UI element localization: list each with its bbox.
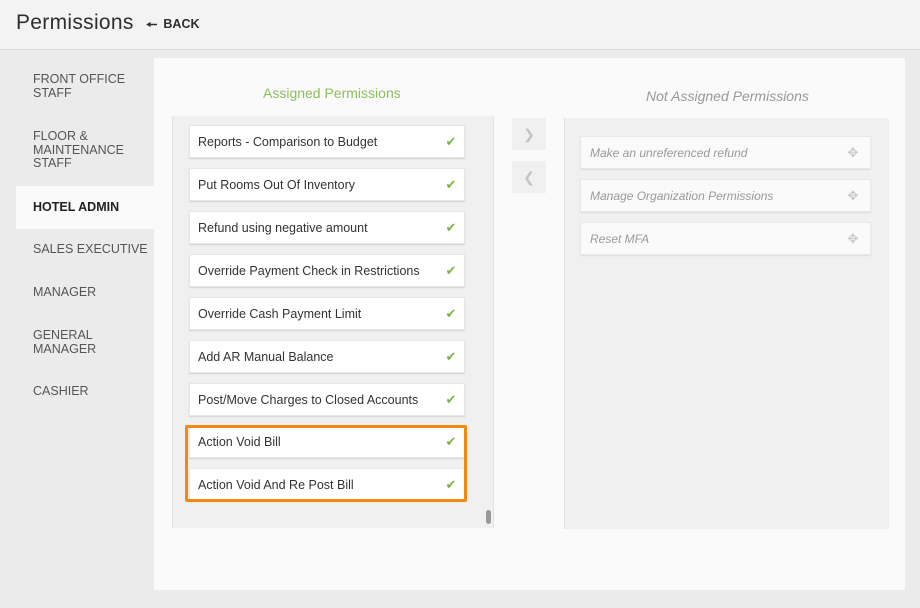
move-right-button[interactable]: ❯ [512, 118, 546, 150]
sidebar-item-label: MANAGER [33, 285, 97, 299]
sidebar-item-sales-executive[interactable]: SALES EXECUTIVE [16, 242, 154, 257]
permission-label: Action Void And Re Post Bill [198, 477, 354, 492]
drag-handle-icon[interactable]: ✥ [836, 231, 870, 247]
permission-label: Manage Organization Permissions [590, 188, 774, 203]
assigned-scrollbar[interactable] [486, 510, 491, 524]
chevron-right-icon: ❯ [523, 125, 535, 142]
sidebar-item-front-office-staff[interactable]: FRONT OFFICE STAFF [16, 72, 154, 100]
check-icon: ✔ [445, 391, 457, 407]
permission-label: Post/Move Charges to Closed Accounts [198, 392, 419, 407]
sidebar-item-general-manager[interactable]: GENERAL MANAGER [16, 328, 116, 356]
back-button[interactable]: 🠔 BACK [146, 17, 200, 31]
assigned-permission-item[interactable]: Refund using negative amount ✔ [189, 211, 465, 244]
drag-handle-icon[interactable]: ✥ [836, 188, 870, 204]
sidebar-item-label: FLOOR & MAINTENANCE STAFF [33, 129, 124, 170]
permission-label: Reset MFA [590, 231, 650, 246]
sidebar-item-floor-maintenance-staff[interactable]: FLOOR & MAINTENANCE STAFF [16, 129, 136, 171]
sidebar-item-label: GENERAL MANAGER [33, 328, 97, 356]
move-left-button[interactable]: ❮ [512, 161, 546, 193]
assigned-permission-item[interactable]: Override Cash Payment Limit ✔ [189, 297, 465, 330]
not-assigned-permission-item[interactable]: Make an unreferenced refund ✥ [580, 136, 871, 169]
permission-label: Put Rooms Out Of Inventory [198, 177, 356, 192]
check-icon: ✔ [445, 348, 457, 364]
sidebar-item-label: HOTEL ADMIN [33, 199, 120, 214]
assigned-permissions-title: Assigned Permissions [263, 85, 401, 101]
sidebar-item-hotel-admin[interactable]: HOTEL ADMIN [16, 186, 154, 229]
sidebar-item-cashier[interactable]: CASHIER [16, 384, 154, 399]
not-assigned-permission-item[interactable]: Manage Organization Permissions ✥ [580, 179, 871, 212]
page-header: Permissions 🠔 BACK [0, 0, 920, 50]
page-title: Permissions [16, 11, 134, 34]
sidebar-item-label: SALES EXECUTIVE [33, 242, 148, 256]
check-icon: ✔ [445, 433, 457, 449]
sidebar-item-manager[interactable]: MANAGER [16, 285, 154, 300]
check-icon: ✔ [445, 176, 457, 192]
permission-label: Reports - Comparison to Budget [198, 134, 378, 149]
permission-label: Add AR Manual Balance [198, 349, 334, 364]
permission-label: Override Cash Payment Limit [198, 306, 362, 321]
check-icon: ✔ [445, 476, 457, 492]
sidebar-item-label: CASHIER [33, 384, 89, 398]
not-assigned-permission-item[interactable]: Reset MFA ✥ [580, 222, 871, 255]
permission-label: Refund using negative amount [198, 220, 368, 235]
assigned-permission-item[interactable]: Override Payment Check in Restrictions ✔ [189, 254, 465, 287]
back-label: BACK [163, 17, 200, 31]
sidebar-item-label: FRONT OFFICE STAFF [33, 72, 126, 100]
assigned-permission-item[interactable]: Action Void And Re Post Bill ✔ [189, 468, 465, 501]
assigned-permission-item[interactable]: Put Rooms Out Of Inventory ✔ [189, 168, 465, 201]
assigned-permission-item[interactable]: Action Void Bill ✔ [189, 425, 465, 458]
not-assigned-permissions-title: Not Assigned Permissions [646, 88, 809, 104]
permission-label: Action Void Bill [198, 434, 281, 449]
assigned-permission-item[interactable]: Add AR Manual Balance ✔ [189, 340, 465, 373]
chevron-left-icon: ❮ [523, 168, 535, 185]
arrow-left-icon: 🠔 [146, 16, 158, 32]
permission-label: Make an unreferenced refund [590, 145, 748, 160]
check-icon: ✔ [445, 262, 457, 278]
check-icon: ✔ [445, 219, 457, 235]
check-icon: ✔ [445, 305, 457, 321]
assigned-permission-item[interactable]: Reports - Comparison to Budget ✔ [189, 125, 465, 158]
drag-handle-icon[interactable]: ✥ [836, 145, 870, 161]
permission-label: Override Payment Check in Restrictions [198, 263, 420, 278]
check-icon: ✔ [445, 133, 457, 149]
assigned-permission-item[interactable]: Post/Move Charges to Closed Accounts ✔ [189, 383, 465, 416]
